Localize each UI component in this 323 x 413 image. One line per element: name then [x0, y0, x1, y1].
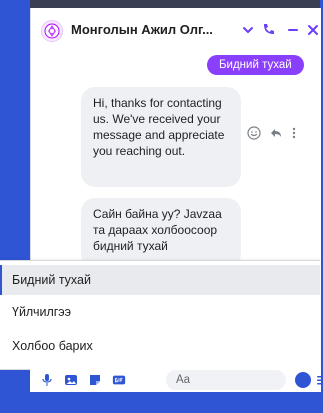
- react-emoji-icon[interactable]: [247, 125, 261, 145]
- message-input-placeholder: Aa: [176, 374, 191, 386]
- gif-icon[interactable]: [112, 373, 126, 387]
- chat-title: Монголын Ажил Олг...: [71, 22, 213, 37]
- brand-avatar-icon: [41, 20, 63, 42]
- microphone-icon[interactable]: [40, 373, 54, 387]
- received-message: Сайн байна уу? Javzaa та дараах холбоосо…: [81, 198, 241, 268]
- background-bottom: [0, 392, 323, 413]
- chat-header: Монголын Ажил Олг...: [31, 8, 321, 52]
- minimize-icon[interactable]: [285, 21, 301, 39]
- message-input[interactable]: Aa: [166, 370, 286, 390]
- sent-message: Бидний тухай: [207, 55, 304, 75]
- message-composer: Aa: [30, 368, 323, 392]
- quick-reply-item-services[interactable]: Үйлчилгээ: [0, 297, 320, 327]
- sticker-icon[interactable]: [88, 373, 102, 387]
- chevron-down-icon[interactable]: [241, 21, 255, 39]
- background-topbar: [30, 0, 323, 8]
- quick-reply-label: Бидний тухай: [12, 273, 91, 287]
- quick-reply-label: Холбоо барих: [12, 339, 93, 353]
- quick-reply-item-contact[interactable]: Холбоо барих: [0, 331, 320, 361]
- message-actions: [247, 125, 297, 145]
- quick-reply-label: Үйлчилгээ: [12, 305, 72, 319]
- quick-reply-item-about[interactable]: Бидний тухай: [0, 265, 320, 295]
- more-options-icon[interactable]: [291, 126, 297, 145]
- quick-replies-menu: Бидний тухай Үйлчилгээ Холбоо барих: [0, 260, 320, 370]
- received-message: Hi, thanks for contacting us. We've rece…: [81, 87, 241, 187]
- emoji-icon[interactable]: [295, 372, 311, 388]
- hamburger-menu-icon[interactable]: [316, 373, 323, 387]
- phone-icon[interactable]: [259, 21, 277, 39]
- photo-icon[interactable]: [64, 373, 78, 387]
- close-icon[interactable]: [305, 21, 321, 39]
- reply-icon[interactable]: [269, 126, 283, 145]
